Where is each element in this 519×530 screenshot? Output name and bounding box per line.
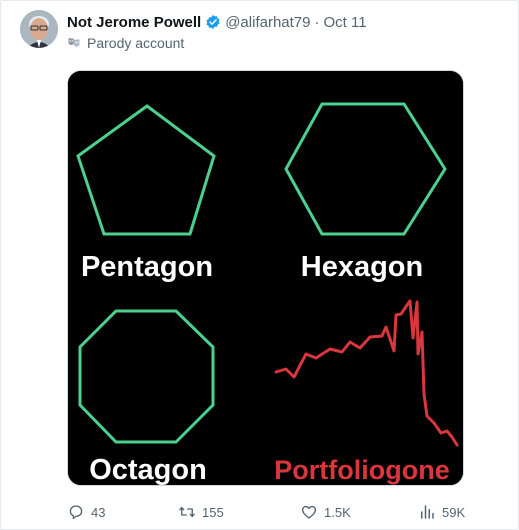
views-icon (421, 505, 434, 519)
account-label-text: Parody account (87, 35, 185, 51)
reply-count: 43 (91, 504, 106, 520)
verified-badge-icon (205, 14, 221, 30)
retweet-button[interactable]: 155 (178, 501, 224, 523)
label-hexagon: Hexagon (301, 251, 423, 283)
label-octagon: Octagon (89, 454, 207, 485)
views-button[interactable]: 59K (418, 501, 465, 523)
reply-button[interactable]: 43 (67, 501, 105, 523)
label-portfoliogone: Portfoliogone (274, 455, 449, 485)
label-pentagon: Pentagon (81, 251, 213, 283)
like-button[interactable]: 1.5K (300, 501, 351, 523)
account-label: Parody account (67, 34, 184, 52)
like-count: 1.5K (324, 504, 351, 520)
reply-icon (69, 505, 83, 520)
like-icon (301, 505, 317, 519)
tweet-card[interactable]: Not Jerome Powell @alifarhat79 · Oct 11 … (0, 0, 519, 530)
views-count: 59K (442, 504, 466, 520)
avatar[interactable] (20, 10, 58, 48)
action-bar: 43 155 1.5K 59K (67, 501, 467, 523)
display-name[interactable]: Not Jerome Powell (67, 14, 201, 31)
tweet-image[interactable]: Pentagon Hexagon Octagon Portfoliogone (67, 70, 464, 486)
retweet-icon (179, 506, 195, 518)
retweet-count: 155 (202, 504, 224, 520)
theater-mask-icon (67, 36, 81, 50)
separator-dot: · (314, 13, 320, 31)
avatar-image (20, 10, 58, 48)
tweet-date[interactable]: Oct 11 (323, 14, 366, 31)
user-handle[interactable]: @alifarhat79 (225, 14, 310, 31)
